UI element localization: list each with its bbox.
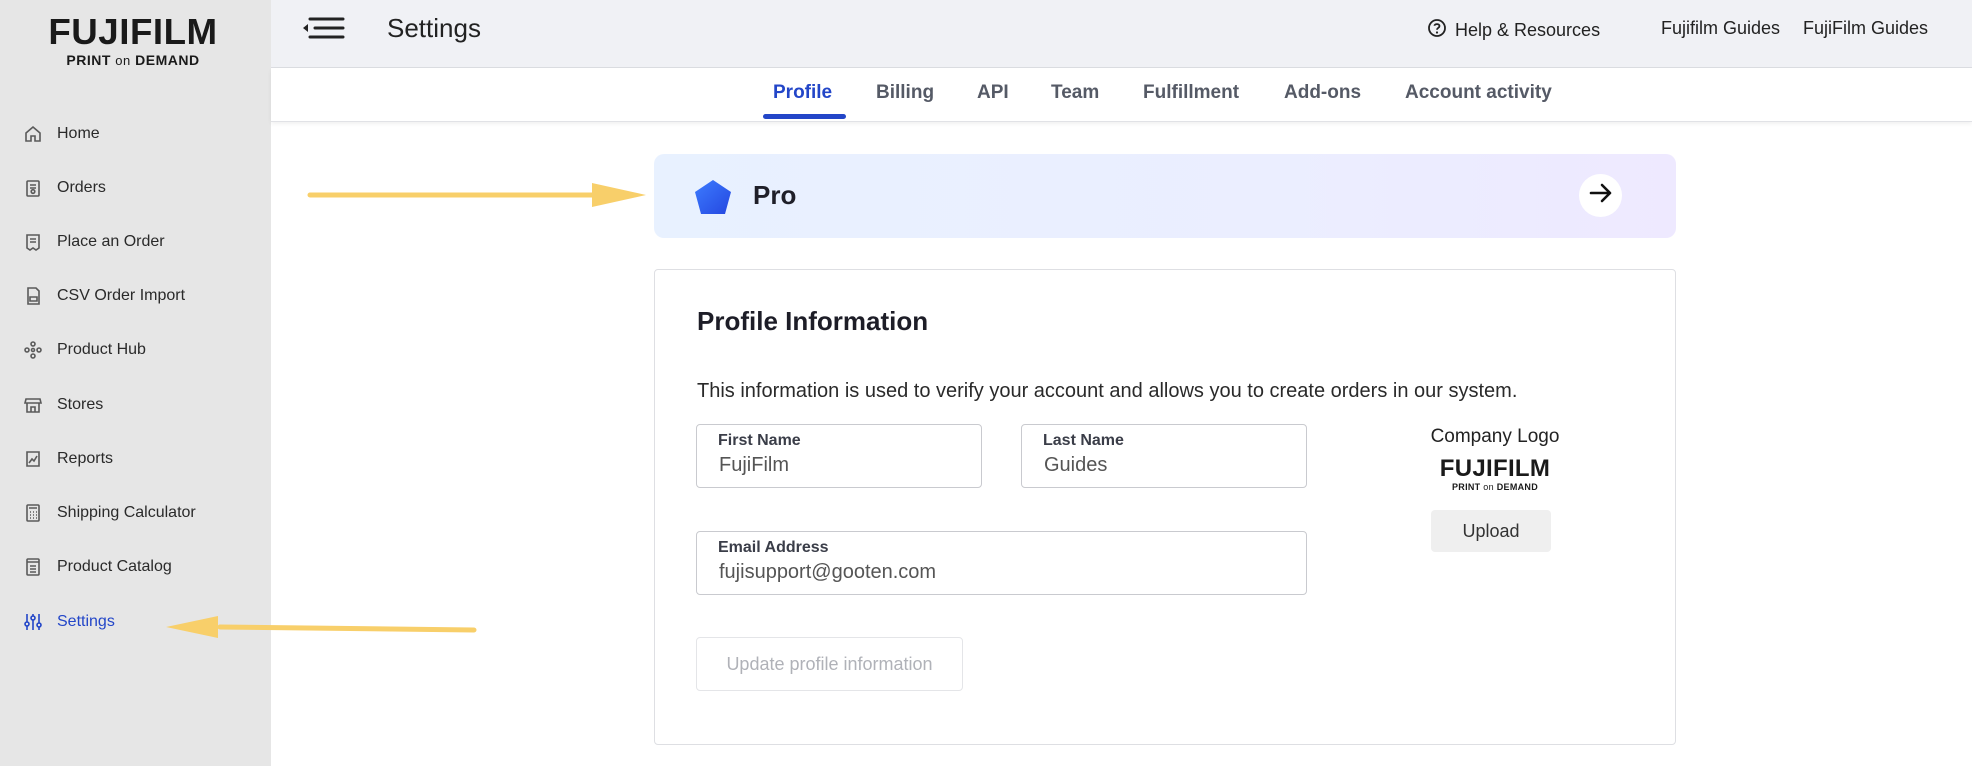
sidebar: FUJIFILM PRINT on DEMAND Home Orders Pla… [0,0,271,766]
fujifilm-logo[interactable]: FUJIFILM PRINT on DEMAND [44,11,222,69]
sidebar-item-stores[interactable]: Stores [22,390,103,420]
plan-name: Pro [753,180,797,210]
product-hub-icon [22,339,44,361]
top-bar: Settings Help & Resources Fujifilm Guide… [271,0,1972,68]
sidebar-item-settings[interactable]: Settings [22,607,115,637]
tab-add-ons[interactable]: Add-ons [1284,82,1361,104]
sidebar-item-label: Stores [57,396,104,413]
card-title: Profile Information [697,306,929,336]
catalog-icon [22,556,44,578]
company-logo-section: Company Logo FUJIFILM PRINT on DEMAND [1415,426,1575,492]
sidebar-item-label: Shipping Calculator [57,504,196,521]
place-order-icon [22,231,44,253]
email-input[interactable] [719,561,1298,584]
card-description: This information is used to verify your … [697,380,1518,402]
sidebar-item-label: Product Hub [57,341,146,358]
company-logo-label: Company Logo [1430,426,1560,447]
company-logo-tagline: PRINT on DEMAND [1415,482,1575,492]
sidebar-item-home[interactable]: Home [22,119,100,149]
company-logo-tagline-print: PRINT [1451,482,1481,492]
settings-sliders-icon [22,611,44,633]
last-name-input[interactable] [1044,454,1298,477]
sidebar-item-label: Settings [57,613,115,630]
help-circle-icon [1427,18,1447,43]
email-label: Email Address [718,539,829,556]
help-resources-link[interactable]: Help & Resources [1427,18,1600,43]
tab-profile[interactable]: Profile [773,82,832,104]
logo-tagline-demand: DEMAND [135,52,200,68]
company-logo-tagline-demand: DEMAND [1496,482,1539,492]
first-name-field[interactable]: First Name [696,424,982,488]
orders-icon [22,177,44,199]
tab-fulfillment[interactable]: Fulfillment [1143,82,1239,104]
sidebar-item-reports[interactable]: Reports [22,444,113,474]
sidebar-item-label: Product Catalog [57,558,172,575]
logo-tagline-on: on [115,53,131,68]
page-title: Settings [387,13,481,43]
logo-wordmark: FUJIFILM [48,11,218,52]
sidebar-item-label: CSV Order Import [57,287,186,304]
annotation-arrow-right [307,183,646,207]
sidebar-item-product-catalog[interactable]: Product Catalog [22,552,172,582]
sidebar-item-orders[interactable]: Orders [22,173,106,203]
sidebar-item-shipping-calculator[interactable]: Shipping Calculator [22,498,196,528]
company-logo-image: FUJIFILM PRINT on DEMAND [1415,455,1575,493]
user-name-link[interactable]: FujiFilm Guides [1803,18,1928,39]
store-icon [22,394,44,416]
last-name-label: Last Name [1043,432,1124,449]
update-profile-button[interactable]: Update profile information [696,637,963,691]
csv-icon [22,285,44,307]
tab-billing[interactable]: Billing [876,82,934,104]
sidebar-item-label: Orders [57,179,106,196]
home-icon [22,123,44,145]
tab-api[interactable]: API [977,82,1009,104]
logo-tagline: PRINT on DEMAND [44,52,222,68]
sidebar-item-label: Home [57,125,100,142]
company-name-link[interactable]: Fujifilm Guides [1661,18,1780,39]
active-tab-indicator [763,114,846,119]
help-label: Help & Resources [1455,20,1601,40]
settings-tabs: Profile Billing API Team Fulfillment Add… [271,68,1972,122]
sidebar-item-place-order[interactable]: Place an Order [22,227,165,257]
tab-account-activity[interactable]: Account activity [1405,82,1552,104]
reports-icon [22,448,44,470]
sidebar-item-label: Place an Order [57,233,165,250]
sidebar-item-product-hub[interactable]: Product Hub [22,335,146,365]
profile-information-card: Profile Information This information is … [654,269,1676,745]
tab-team[interactable]: Team [1051,82,1099,104]
plan-banner[interactable]: Pro [654,154,1676,238]
sidebar-item-label: Reports [57,450,114,467]
first-name-input[interactable] [719,454,973,477]
upload-logo-button[interactable]: Upload [1431,510,1551,552]
sidebar-item-csv-import[interactable]: CSV Order Import [22,281,185,311]
annotation-arrow-left [166,616,477,638]
pro-gem-icon [694,179,732,220]
arrow-right-icon [1588,180,1614,211]
first-name-label: First Name [718,432,801,449]
company-logo-wordmark: FUJIFILM [1439,455,1551,482]
last-name-field[interactable]: Last Name [1021,424,1307,488]
company-logo-tagline-on: on [1483,482,1494,492]
plan-details-button[interactable] [1579,174,1622,217]
menu-collapse-icon[interactable] [301,15,345,41]
logo-tagline-print: PRINT [66,52,111,68]
email-field[interactable]: Email Address [696,531,1307,595]
calculator-icon [22,502,44,524]
